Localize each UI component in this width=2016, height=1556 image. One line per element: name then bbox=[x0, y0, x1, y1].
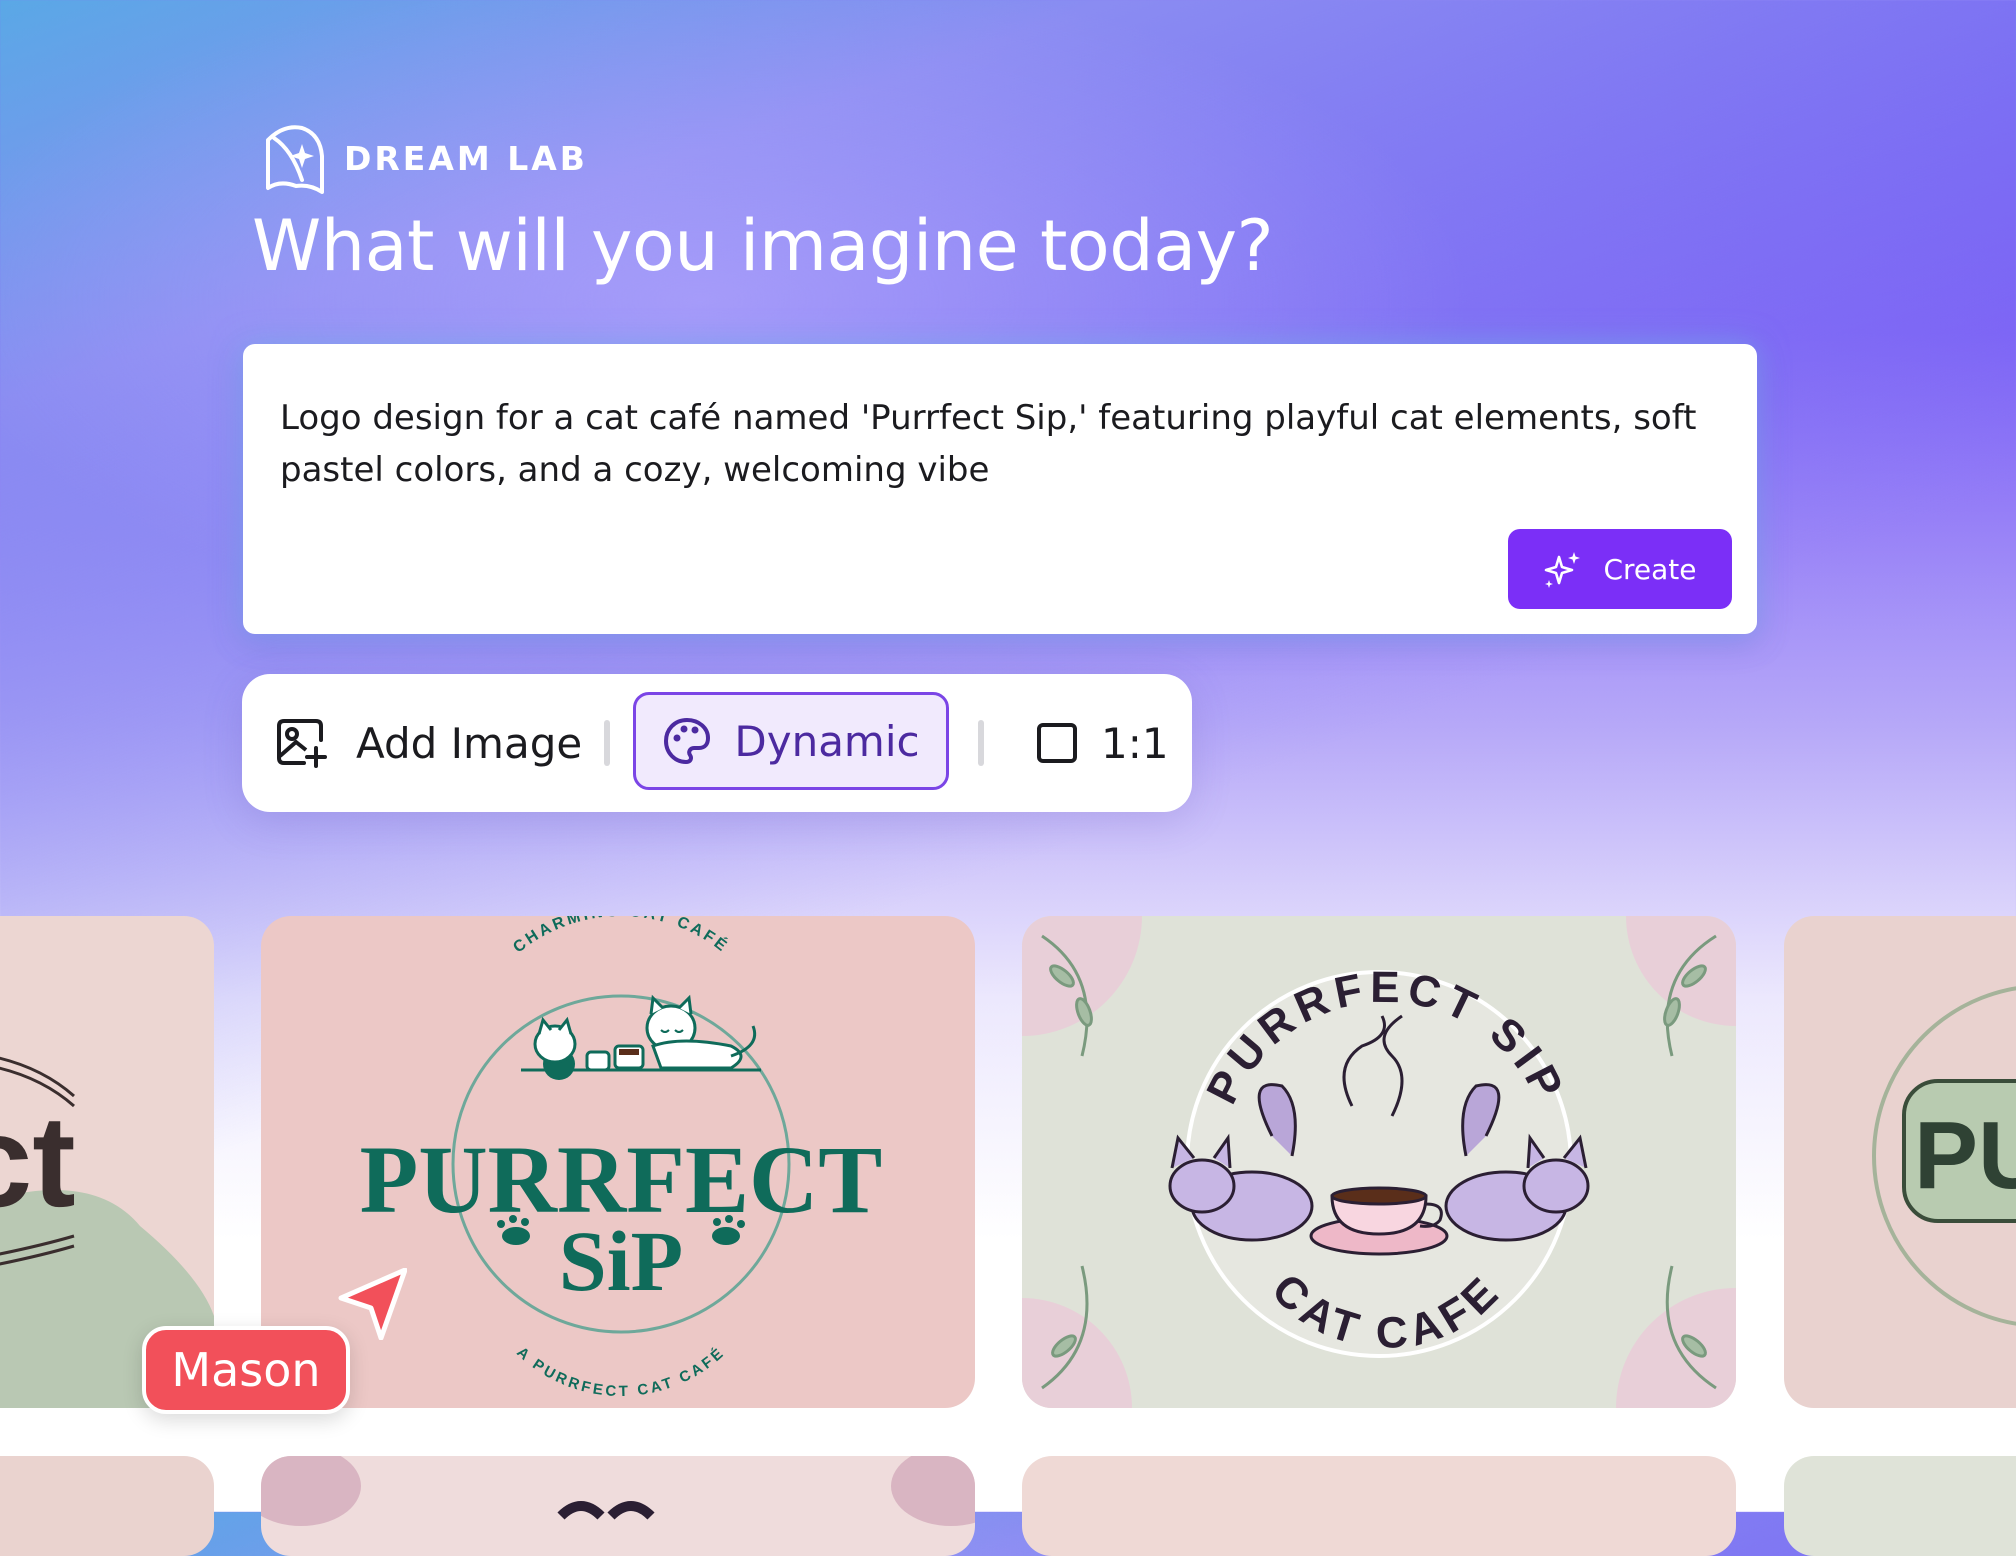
toolbar-divider bbox=[604, 720, 610, 766]
cat-illustration bbox=[521, 994, 761, 1080]
svg-text:CHARMING CAT CAFÉ: CHARMING CAT CAFÉ bbox=[510, 916, 733, 956]
create-label: Create bbox=[1603, 552, 1697, 586]
collaborator-cursor-icon bbox=[338, 1268, 407, 1340]
result-image: PURRFECT SIP CAT CAFE bbox=[1022, 916, 1736, 1408]
result-card-partial-right[interactable]: PU bbox=[1784, 916, 2016, 1408]
create-button[interactable]: Create bbox=[1508, 529, 1732, 609]
page-title: What will you imagine today? bbox=[252, 205, 1274, 287]
result-card-row2-4[interactable] bbox=[1784, 1456, 2016, 1556]
style-dynamic-button[interactable]: Dynamic bbox=[633, 692, 949, 790]
result-image bbox=[261, 1456, 975, 1526]
add-image-button[interactable]: Add Image bbox=[274, 714, 582, 772]
partial-logo-text: PU bbox=[1914, 1102, 2016, 1209]
brand-row: DREAM LAB bbox=[262, 122, 588, 194]
logo-top-arc-text: CHARMING CAT CAFÉ bbox=[510, 916, 730, 956]
result-image: PU bbox=[1872, 986, 2016, 1326]
generation-options-bar: Add Image Dynamic 1:1 bbox=[242, 674, 1192, 812]
toolbar-divider bbox=[978, 720, 984, 766]
collaborator-name-tag: Mason bbox=[142, 1326, 350, 1414]
add-image-label: Add Image bbox=[356, 718, 583, 768]
result-card-row2-1[interactable] bbox=[0, 1456, 214, 1556]
dream-lab-logo-icon bbox=[266, 125, 324, 194]
palette-icon bbox=[662, 716, 712, 766]
prompt-textbox[interactable]: Logo design for a cat café named 'Purrfe… bbox=[243, 344, 1757, 634]
partial-logo-text: ct bbox=[0, 1088, 76, 1234]
aspect-ratio-label: 1:1 bbox=[1101, 718, 1169, 768]
result-card-2[interactable]: PURRFECT SIP CAT CAFE bbox=[1022, 916, 1736, 1408]
result-card-row2-3[interactable] bbox=[1022, 1456, 1736, 1556]
logo-title-line2: SiP bbox=[559, 1213, 683, 1309]
brand-name: DREAM LAB bbox=[344, 138, 588, 178]
image-add-icon bbox=[274, 716, 328, 770]
style-label: Dynamic bbox=[734, 716, 920, 766]
sparkles-icon bbox=[1545, 552, 1581, 588]
logo-bottom-arc-text: A PURRFECT CAT CAFÉ bbox=[513, 1344, 725, 1400]
svg-text:A PURRFECT CAT CAFÉ: A PURRFECT CAT CAFÉ bbox=[513, 1344, 728, 1400]
square-icon bbox=[1035, 721, 1079, 765]
result-card-row2-2[interactable] bbox=[261, 1456, 975, 1556]
aspect-ratio-button[interactable]: 1:1 bbox=[1035, 714, 1169, 772]
prompt-text[interactable]: Logo design for a cat café named 'Purrfe… bbox=[280, 392, 1720, 496]
